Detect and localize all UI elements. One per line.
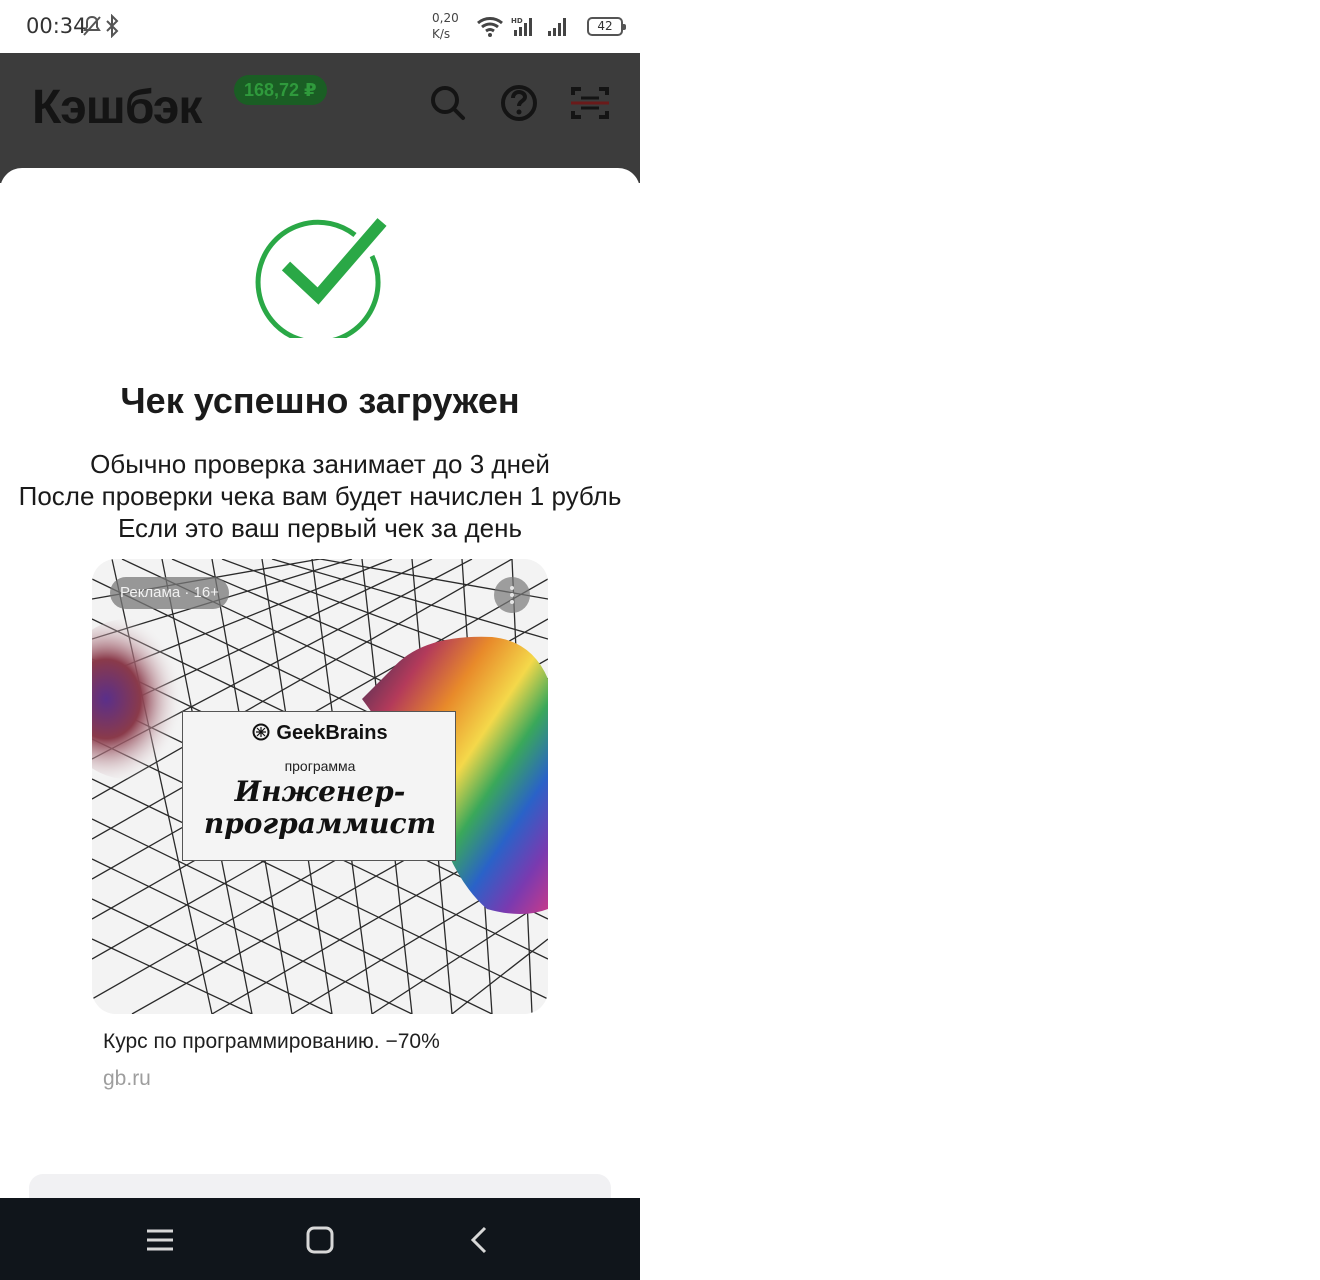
status-bar: 00:34 0,20 K/s HD 42 — [0, 0, 640, 53]
ad-program-name-line: программист — [203, 807, 437, 840]
check-circle-icon — [255, 218, 387, 338]
wifi-icon — [476, 16, 504, 43]
network-speed: 0,20 K/s — [432, 10, 462, 42]
status-time: 00:34 — [26, 14, 87, 38]
sheet-description: Обычно проверка занимает до 3 дней После… — [0, 448, 640, 544]
bottom-sheet: Чек успешно загружен Обычно проверка зан… — [0, 168, 640, 1198]
back-icon[interactable] — [460, 1220, 500, 1260]
ad-headline[interactable]: Курс по программированию. −70% — [103, 1030, 440, 1054]
geekbrains-logo-icon — [252, 723, 270, 741]
ad-brand-name: GeekBrains — [276, 722, 388, 744]
svg-text:HD: HD — [511, 17, 523, 25]
mute-icon — [82, 15, 102, 42]
battery-icon: 42 — [587, 17, 626, 36]
network-speed-value: 0,20 — [432, 11, 459, 25]
signal-icon — [546, 17, 570, 42]
description-line: Если это ваш первый чек за день — [117, 513, 522, 543]
ad-program-label: программа — [284, 758, 356, 774]
description-line: После проверки чека вам будет начислен 1… — [18, 481, 622, 511]
menu-icon[interactable] — [140, 1220, 180, 1260]
cashback-balance-badge[interactable]: 168,72 ₽ — [234, 75, 327, 105]
app-header: Кэшбэк 168,72 ₽ — [0, 53, 640, 225]
home-icon[interactable] — [300, 1220, 340, 1260]
system-nav-bar — [0, 1198, 640, 1280]
search-icon[interactable] — [428, 83, 468, 128]
next-card-edge — [29, 1174, 611, 1198]
description-line: Обычно проверка занимает до 3 дней — [90, 449, 550, 479]
bluetooth-icon — [104, 13, 120, 43]
ad-domain[interactable]: gb.ru — [103, 1067, 151, 1091]
network-speed-unit: K/s — [432, 27, 451, 41]
scan-icon[interactable] — [569, 83, 611, 128]
sheet-title: Чек успешно загружен — [120, 380, 520, 421]
ad-program-name-line: Инженер- — [234, 775, 406, 808]
ad-card[interactable]: Реклама · 16+ GeekBrains программа Инжен… — [92, 559, 548, 1014]
ad-brand: GeekBrains — [183, 722, 457, 745]
ad-program-name: Инженер- программист — [183, 776, 457, 840]
signal-hd-icon: HD — [511, 16, 535, 43]
ad-label-badge: Реклама · 16+ — [110, 577, 229, 609]
phone-screen: 00:34 0,20 K/s HD 42 Кэшбэк 168,72 ₽ Чек… — [0, 0, 640, 1280]
ad-menu-button[interactable] — [494, 577, 530, 613]
help-icon[interactable] — [499, 83, 539, 128]
ad-text-box: GeekBrains программа Инженер- программис… — [182, 711, 456, 861]
page-title: Кэшбэк — [32, 81, 202, 134]
